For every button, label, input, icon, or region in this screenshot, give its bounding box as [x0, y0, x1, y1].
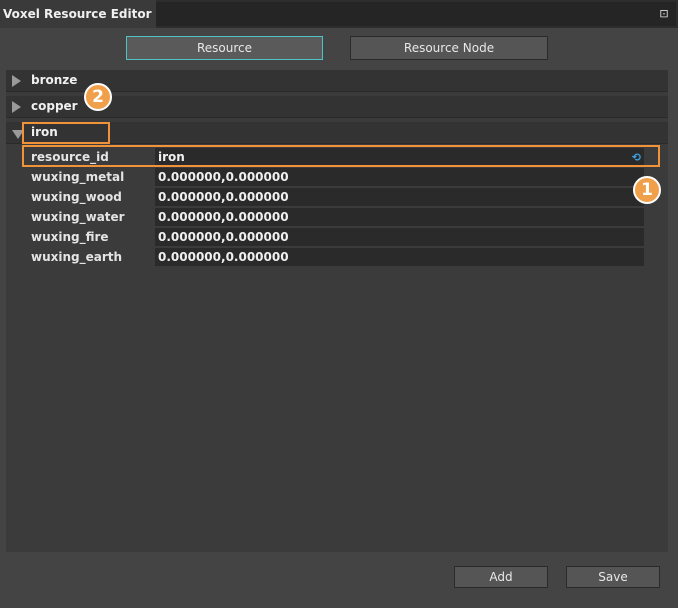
property-row-wuxing-earth: wuxing_earth 0.000000,0.000000: [6, 247, 668, 267]
property-key: resource_id: [31, 150, 109, 164]
wuxing-water-field[interactable]: 0.000000,0.000000: [155, 208, 644, 226]
property-key: wuxing_metal: [31, 170, 125, 184]
property-row-wuxing-metal: wuxing_metal 0.000000,0.000000: [6, 167, 668, 187]
triangle-right-icon[interactable]: [12, 101, 21, 113]
group-label: bronze: [31, 73, 78, 87]
wuxing-fire-field[interactable]: 0.000000,0.000000: [155, 228, 644, 246]
reset-value-icon[interactable]: ⟲: [632, 149, 641, 167]
property-value: iron: [158, 150, 185, 164]
tab-resource-node[interactable]: Resource Node: [350, 36, 548, 60]
property-row-wuxing-water: wuxing_water 0.000000,0.000000: [6, 207, 668, 227]
wuxing-earth-field[interactable]: 0.000000,0.000000: [155, 248, 644, 266]
add-button[interactable]: Add: [454, 566, 548, 588]
property-key: wuxing_earth: [31, 250, 123, 264]
tab-resource[interactable]: Resource: [126, 36, 323, 60]
group-label: copper: [31, 99, 78, 113]
resource-tree-panel: bronze copper iron resource_id iron ⟲ wu…: [6, 70, 668, 552]
property-key: wuxing_wood: [31, 190, 122, 204]
property-key: wuxing_water: [31, 210, 125, 224]
dock-pin-icon[interactable]: ⊡: [658, 8, 670, 20]
annotation-badge-1: 1: [633, 176, 661, 204]
wuxing-wood-field[interactable]: 0.000000,0.000000: [155, 188, 644, 206]
window-title[interactable]: Voxel Resource Editor: [0, 0, 156, 28]
annotation-badge-2: 2: [84, 83, 112, 111]
title-bar: Voxel Resource Editor ⊡: [0, 0, 678, 28]
wuxing-metal-field[interactable]: 0.000000,0.000000: [155, 168, 644, 186]
group-iron[interactable]: iron: [6, 122, 668, 144]
property-row-resource-id: resource_id iron ⟲: [6, 147, 668, 167]
property-key: wuxing_fire: [31, 230, 109, 244]
triangle-down-icon[interactable]: [12, 130, 24, 139]
save-button[interactable]: Save: [566, 566, 660, 588]
group-label: iron: [31, 125, 58, 139]
triangle-right-icon[interactable]: [12, 75, 21, 87]
property-row-wuxing-wood: wuxing_wood 0.000000,0.000000: [6, 187, 668, 207]
property-row-wuxing-fire: wuxing_fire 0.000000,0.000000: [6, 227, 668, 247]
resource-id-field[interactable]: iron ⟲: [155, 148, 644, 166]
title-bar-empty: ⊡: [156, 2, 676, 26]
